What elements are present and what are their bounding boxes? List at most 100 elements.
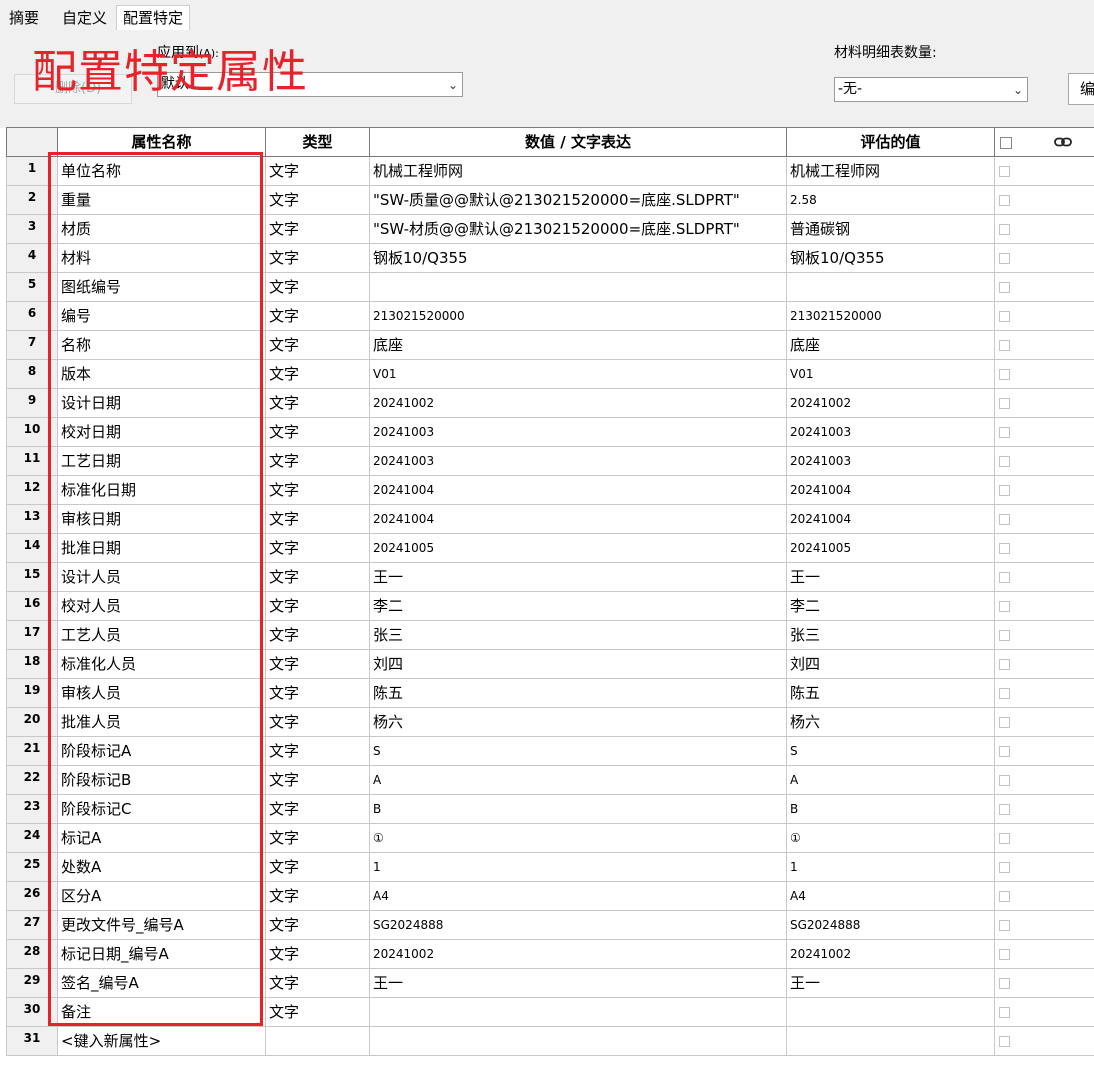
value-expression-cell[interactable]: 20241002 [370,389,787,418]
link-checkbox[interactable] [999,282,1010,293]
value-expression-cell[interactable]: 杨六 [370,708,787,737]
link-checkbox[interactable] [999,862,1010,873]
annotation-highlight-box [48,152,263,1026]
link-checkbox[interactable] [999,543,1010,554]
row-number[interactable]: 31 [6,1027,58,1056]
link-cell [995,563,1094,592]
link-checkbox[interactable] [999,369,1010,380]
evaluated-value-cell: 李二 [787,592,995,621]
value-expression-cell[interactable]: 底座 [370,331,787,360]
link-checkbox[interactable] [999,1007,1010,1018]
link-cell [995,650,1094,679]
link-cell [995,708,1094,737]
link-checkbox[interactable] [999,659,1010,670]
annotation-title: 配置特定属性 [32,45,309,98]
link-cell [995,534,1094,563]
link-cell [995,331,1094,360]
value-expression-cell[interactable]: A [370,766,787,795]
value-expression-cell[interactable] [370,1027,787,1056]
evaluated-value-cell: B [787,795,995,824]
link-checkbox[interactable] [999,978,1010,989]
tab-custom[interactable]: 自定义 [56,6,113,30]
value-expression-cell[interactable]: B [370,795,787,824]
edit-list-button[interactable]: 编 [1068,73,1094,105]
link-checkbox[interactable] [999,253,1010,264]
value-expression-cell[interactable]: 陈五 [370,679,787,708]
evaluated-value-cell: 20241004 [787,476,995,505]
link-checkbox[interactable] [999,601,1010,612]
value-expression-cell[interactable]: S [370,737,787,766]
value-expression-cell[interactable]: 张三 [370,621,787,650]
type-cell: 文字 [266,389,370,418]
link-checkbox[interactable] [999,485,1010,496]
value-expression-cell[interactable]: 李二 [370,592,787,621]
type-cell: 文字 [266,360,370,389]
link-checkbox[interactable] [999,456,1010,467]
value-expression-cell[interactable] [370,273,787,302]
header-type[interactable]: 类型 [266,127,370,157]
value-expression-cell[interactable]: 20241002 [370,940,787,969]
value-expression-cell[interactable]: "SW-质量@@默认@213021520000=底座.SLDPRT" [370,186,787,215]
evaluated-value-cell: 杨六 [787,708,995,737]
value-expression-cell[interactable]: ① [370,824,787,853]
link-checkbox[interactable] [999,166,1010,177]
evaluated-value-cell: S [787,737,995,766]
type-cell: 文字 [266,476,370,505]
link-checkbox[interactable] [999,746,1010,757]
value-expression-cell[interactable]: 钢板10/Q355 [370,244,787,273]
evaluated-value-cell: 20241003 [787,418,995,447]
link-checkbox[interactable] [999,804,1010,815]
link-checkbox[interactable] [999,195,1010,206]
link-checkbox[interactable] [999,340,1010,351]
link-checkbox[interactable] [999,949,1010,960]
type-cell: 文字 [266,157,370,186]
link-cell [995,795,1094,824]
value-expression-cell[interactable]: 机械工程师网 [370,157,787,186]
value-expression-cell[interactable]: 20241004 [370,476,787,505]
type-cell: 文字 [266,331,370,360]
link-checkbox[interactable] [999,427,1010,438]
link-checkbox[interactable] [999,688,1010,699]
link-checkbox[interactable] [999,514,1010,525]
value-expression-cell[interactable]: 王一 [370,969,787,998]
property-name-cell[interactable]: <键入新属性> [58,1027,266,1056]
value-expression-cell[interactable]: 刘四 [370,650,787,679]
value-expression-cell[interactable]: "SW-材质@@默认@213021520000=底座.SLDPRT" [370,215,787,244]
value-expression-cell[interactable]: 20241005 [370,534,787,563]
type-cell: 文字 [266,592,370,621]
link-checkbox[interactable] [999,891,1010,902]
value-expression-cell[interactable]: SG2024888 [370,911,787,940]
value-expression-cell[interactable]: 20241004 [370,505,787,534]
tab-configuration-specific[interactable]: 配置特定 [116,5,191,31]
select-all-checkbox[interactable] [1000,137,1012,149]
value-expression-cell[interactable]: 213021520000 [370,302,787,331]
link-cell [995,389,1094,418]
value-expression-cell[interactable]: V01 [370,360,787,389]
link-checkbox[interactable] [999,920,1010,931]
type-cell: 文字 [266,679,370,708]
value-expression-cell[interactable]: 20241003 [370,447,787,476]
evaluated-value-cell: A4 [787,882,995,911]
link-checkbox[interactable] [999,630,1010,641]
link-checkbox[interactable] [999,398,1010,409]
value-expression-cell[interactable]: 20241003 [370,418,787,447]
link-checkbox[interactable] [999,775,1010,786]
value-expression-cell[interactable]: 王一 [370,563,787,592]
evaluated-value-cell: 20241002 [787,940,995,969]
bom-quantity-dropdown[interactable]: -无- ⌄ [834,77,1028,102]
value-expression-cell[interactable]: A4 [370,882,787,911]
value-expression-cell[interactable]: 1 [370,853,787,882]
value-expression-cell[interactable] [370,998,787,1027]
link-checkbox[interactable] [999,224,1010,235]
header-evaluated-value[interactable]: 评估的值 [787,127,995,157]
header-value-expression[interactable]: 数值 / 文字表达 [370,127,787,157]
link-checkbox[interactable] [999,311,1010,322]
link-checkbox[interactable] [999,1036,1010,1047]
link-checkbox[interactable] [999,572,1010,583]
tab-summary[interactable]: 摘要 [3,6,45,30]
link-checkbox[interactable] [999,833,1010,844]
type-cell: 文字 [266,998,370,1027]
link-checkbox[interactable] [999,717,1010,728]
type-cell: 文字 [266,302,370,331]
link-cell [995,157,1094,186]
